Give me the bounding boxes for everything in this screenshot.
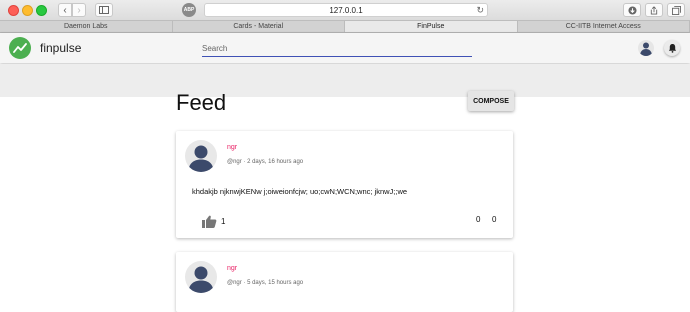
thumbs-up-icon[interactable]	[202, 215, 217, 228]
forward-button[interactable]: ›	[72, 3, 86, 17]
share-icon	[650, 6, 658, 15]
post-body: khdakjb njknwjKENw j;oiweionfcjw; uo;cwN…	[192, 187, 407, 196]
tab-cards-material[interactable]: Cards - Material	[173, 21, 346, 32]
hero-band	[0, 64, 690, 97]
post-card: ngr @ngr · 2 days, 16 hours ago khdakjb …	[176, 131, 513, 238]
search-input[interactable]	[202, 40, 472, 57]
post-stat: 0	[492, 215, 496, 224]
finpulse-logo[interactable]	[9, 37, 31, 59]
page-title: Feed	[176, 90, 226, 116]
tab-bar: Daemon Labs Cards - Material FinPulse CC…	[0, 20, 690, 33]
post-meta: @ngr · 2 days, 16 hours ago	[227, 159, 303, 165]
person-icon	[185, 261, 217, 293]
person-icon	[638, 40, 654, 56]
post-author[interactable]: ngr	[227, 144, 237, 151]
downloads-button[interactable]	[623, 3, 641, 17]
user-avatar[interactable]	[638, 40, 654, 56]
extension-icon[interactable]: ABP	[182, 3, 196, 17]
bell-icon	[668, 43, 677, 53]
post-author[interactable]: ngr	[227, 265, 237, 272]
tab-overview-button[interactable]	[667, 3, 685, 17]
window-close-button[interactable]	[8, 5, 19, 16]
trend-line-icon	[13, 42, 27, 54]
url-text: 127.0.0.1	[329, 6, 362, 15]
reload-icon[interactable]: ↻	[476, 5, 484, 16]
notifications-button[interactable]	[664, 40, 680, 56]
window-minimize-button[interactable]	[22, 5, 33, 16]
window-maximize-button[interactable]	[36, 5, 47, 16]
browser-titlebar: ‹ › ABP 127.0.0.1 ↻	[0, 0, 690, 20]
tab-finpulse[interactable]: FinPulse	[345, 21, 518, 32]
compose-button[interactable]: COMPOSE	[468, 91, 514, 111]
person-icon	[185, 140, 217, 172]
share-button[interactable]	[645, 3, 663, 17]
tab-cc-iitb[interactable]: CC-IITB Internet Access	[518, 21, 690, 32]
app-header: finpulse	[0, 33, 690, 63]
chevron-left-icon: ‹	[63, 5, 66, 16]
post-card: ngr @ngr · 5 days, 15 hours ago	[176, 252, 513, 312]
avatar[interactable]	[185, 261, 217, 293]
download-icon	[628, 6, 637, 15]
address-bar[interactable]: 127.0.0.1 ↻	[204, 3, 488, 17]
chevron-right-icon: ›	[77, 5, 80, 16]
tabs-icon	[672, 6, 681, 15]
avatar[interactable]	[185, 140, 217, 172]
back-button[interactable]: ‹	[58, 3, 72, 17]
tab-daemon-labs[interactable]: Daemon Labs	[0, 21, 173, 32]
post-stat: 0	[476, 215, 480, 224]
sidebar-icon	[99, 6, 109, 14]
like-count: 1	[221, 217, 225, 226]
brand-name: finpulse	[40, 41, 81, 55]
post-meta: @ngr · 5 days, 15 hours ago	[227, 280, 303, 286]
sidebar-toggle-button[interactable]	[95, 3, 113, 17]
